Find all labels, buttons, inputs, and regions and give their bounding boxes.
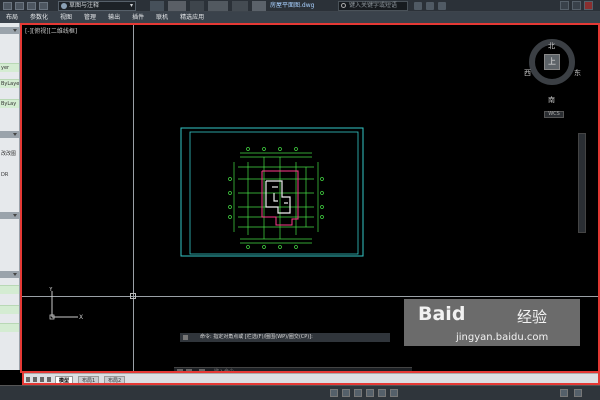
palette-row[interactable]: ByLay <box>0 99 19 108</box>
save-icon[interactable] <box>39 2 48 10</box>
new-file-icon[interactable] <box>15 2 24 10</box>
mosaic-block <box>190 1 204 11</box>
status-bar <box>0 385 600 400</box>
menu-item[interactable]: 输出 <box>102 12 126 23</box>
otrack-toggle[interactable] <box>390 389 398 397</box>
wcs-menu-button[interactable]: WCS <box>544 111 564 118</box>
document-title: 房屋平面图.dwg <box>270 2 315 9</box>
menu-item[interactable]: 管理 <box>78 12 102 23</box>
floor-plan-drawing[interactable] <box>180 127 370 263</box>
chevron-down-icon: ▾ <box>129 2 133 9</box>
viewcube-south[interactable]: 南 <box>548 95 555 105</box>
gear-icon <box>61 3 67 9</box>
tab-next-icon[interactable] <box>40 377 44 382</box>
app-menu-icon[interactable] <box>3 2 12 10</box>
tab-model[interactable]: 模型 <box>55 376 74 385</box>
workspace-switch-icon[interactable] <box>560 389 568 397</box>
crosshair-horizontal <box>22 296 598 297</box>
help-icon[interactable] <box>438 2 446 10</box>
palette-section-header[interactable] <box>0 27 19 34</box>
polar-toggle[interactable] <box>366 389 374 397</box>
osnap-toggle[interactable] <box>378 389 386 397</box>
svg-text:X: X <box>79 314 83 321</box>
menu-item[interactable]: 联机 <box>150 12 174 23</box>
palette-row[interactable]: yer <box>0 63 19 72</box>
title-bar: 草图与注释 ▾ 房屋平面图.dwg 键入关键字或短语 <box>0 0 600 12</box>
mosaic-block <box>208 1 228 11</box>
tab-last-icon[interactable] <box>47 377 51 382</box>
menu-bar: 布局 参数化 视图 管理 输出 插件 联机 精选应用 <box>0 12 600 23</box>
fullscreen-icon[interactable] <box>574 389 582 397</box>
layout-tabs-bar: 模型 布局1 布局2 <box>22 373 600 385</box>
maximize-button[interactable] <box>572 1 581 10</box>
palette-row[interactable] <box>0 305 19 314</box>
mosaic-block <box>168 1 186 11</box>
signin-icon[interactable] <box>414 2 422 10</box>
tab-layout2[interactable]: 布局2 <box>104 376 126 385</box>
properties-palette: yer ByLayer ByLay 改改图 DR <box>0 23 20 370</box>
command-history-text: 命令: 指定对角点或 [栏选(F)/圈围(WP)/圈交(CP)]: <box>200 334 313 340</box>
svg-text:Y: Y <box>48 287 53 293</box>
baidu-jingyan-watermark: Baid 经验 jingyan.baidu.com <box>404 299 580 346</box>
ortho-toggle[interactable] <box>354 389 362 397</box>
menu-item[interactable]: 视图 <box>54 12 78 23</box>
menu-item[interactable]: 参数化 <box>24 12 54 23</box>
watermark-text: 经验 <box>517 308 548 326</box>
workspace-select[interactable]: 草图与注释 ▾ <box>58 1 136 11</box>
workspace-select-value: 草图与注释 <box>69 2 100 9</box>
palette-row[interactable]: DR <box>0 171 19 180</box>
history-icon <box>183 335 188 340</box>
viewcube-north[interactable]: 北 <box>548 41 555 51</box>
viewport-controls-label[interactable]: [-][俯视][二维线框] <box>25 26 77 35</box>
tab-first-icon[interactable] <box>26 377 30 382</box>
palette-section-header[interactable] <box>0 131 19 138</box>
search-input[interactable]: 键入关键字或短语 <box>338 1 408 11</box>
ucs-icon[interactable]: Y X <box>46 287 86 323</box>
palette-row[interactable] <box>0 323 19 332</box>
crosshair-vertical <box>133 25 134 371</box>
search-placeholder: 键入关键字或短语 <box>349 2 398 9</box>
viewcube-top-face[interactable]: 上 <box>544 54 560 70</box>
palette-section-header[interactable] <box>0 212 19 219</box>
close-button[interactable] <box>584 1 593 10</box>
snap-toggle[interactable] <box>330 389 338 397</box>
palette-section-header[interactable] <box>0 271 19 278</box>
menu-item[interactable]: 精选应用 <box>174 12 210 23</box>
minimize-button[interactable] <box>560 1 569 10</box>
search-icon <box>341 3 346 8</box>
tab-layout1[interactable]: 布局1 <box>78 376 100 385</box>
watermark-brand: Baid <box>418 303 466 325</box>
palette-row[interactable] <box>0 285 19 294</box>
palette-row[interactable]: ByLayer <box>0 79 19 88</box>
tab-prev-icon[interactable] <box>33 377 37 382</box>
open-file-icon[interactable] <box>27 2 36 10</box>
viewcube-east[interactable]: 东 <box>574 68 581 78</box>
command-history: 命令: 指定对角点或 [栏选(F)/圈围(WP)/圈交(CP)]: <box>180 333 390 342</box>
navigation-bar[interactable] <box>578 133 586 233</box>
crosshair-pickbox <box>130 293 136 299</box>
mosaic-block <box>150 1 164 11</box>
viewcube-west[interactable]: 西 <box>524 68 531 78</box>
grid-toggle[interactable] <box>342 389 350 397</box>
exchange-icon[interactable] <box>426 2 434 10</box>
watermark-url: jingyan.baidu.com <box>456 332 549 343</box>
mosaic-block <box>232 1 248 11</box>
palette-row[interactable]: 改改图 <box>0 150 19 159</box>
menu-item[interactable]: 布局 <box>0 12 24 23</box>
menu-item[interactable]: 插件 <box>126 12 150 23</box>
mosaic-block <box>252 1 266 11</box>
